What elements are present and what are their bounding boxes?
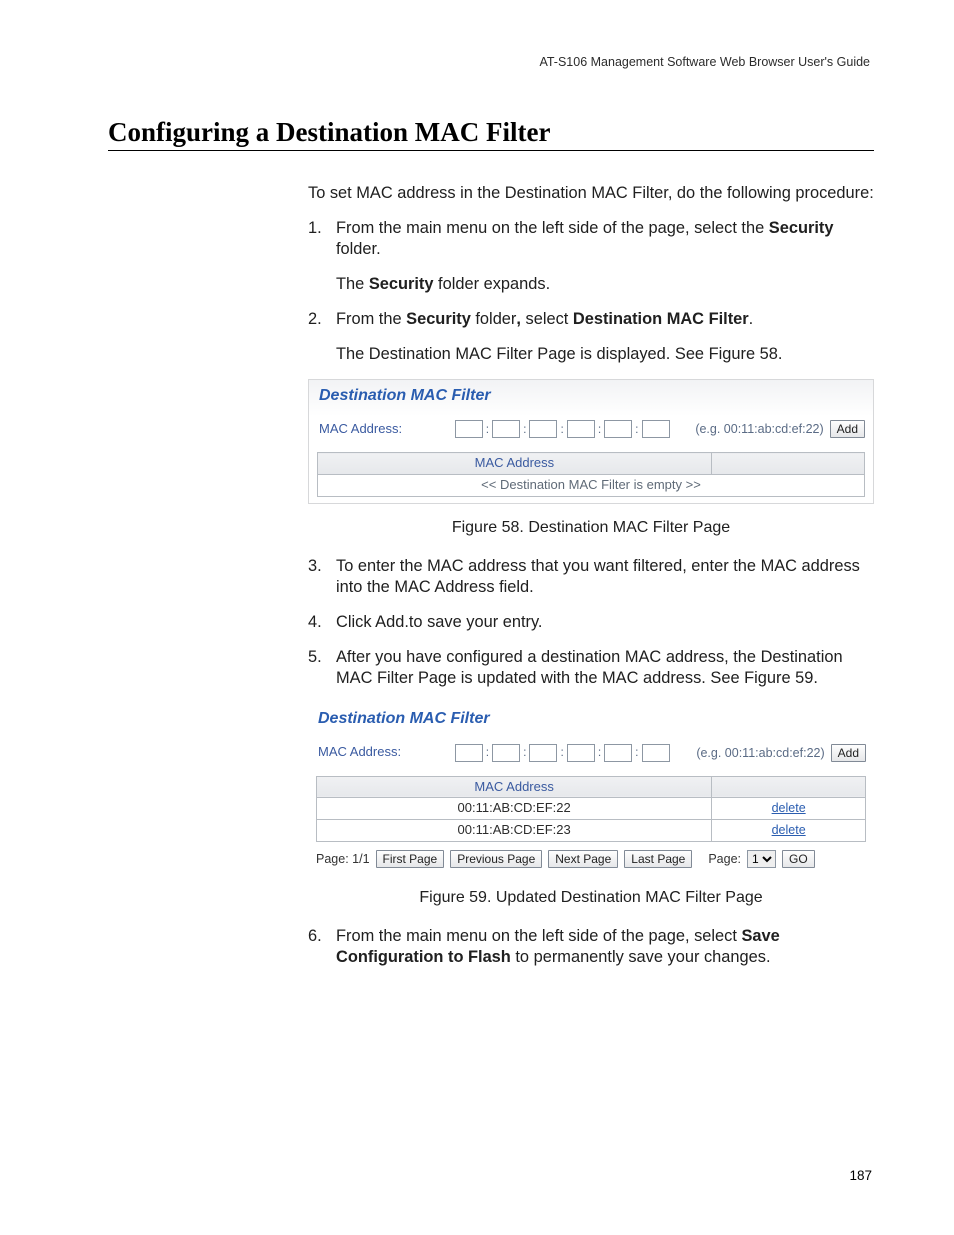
step-2: 2. From the Security folder, select Dest… xyxy=(308,309,874,365)
step-number: 1. xyxy=(308,218,322,239)
mac-octet-input[interactable] xyxy=(642,420,670,438)
next-page-button[interactable]: Next Page xyxy=(548,850,618,868)
step-number: 5. xyxy=(308,647,322,668)
step-4-text: Click Add.to save your entry. xyxy=(336,612,874,633)
mac-col-header: MAC Address xyxy=(318,453,712,475)
section-title: Configuring a Destination MAC Filter xyxy=(108,117,874,148)
page-number: 187 xyxy=(849,1168,872,1183)
go-button[interactable]: GO xyxy=(782,850,815,868)
mac-cell: 00:11:AB:CD:EF:23 xyxy=(317,819,712,841)
previous-page-button[interactable]: Previous Page xyxy=(450,850,542,868)
step-number: 2. xyxy=(308,309,322,330)
figure-58-caption: Figure 58. Destination MAC Filter Page xyxy=(308,518,874,538)
mac-input-row: MAC Address: : : : : : (e.g. 00:11:ab:cd… xyxy=(309,416,873,452)
mac-address-label: MAC Address: xyxy=(318,744,428,761)
steps-list-2: 3. To enter the MAC address that you wan… xyxy=(308,556,874,689)
step-6: 6. From the main menu on the left side o… xyxy=(308,926,874,968)
mac-octet-input[interactable] xyxy=(529,420,557,438)
add-button[interactable]: Add xyxy=(831,744,866,762)
figure-58-screenshot: Destination MAC Filter MAC Address: : : … xyxy=(308,379,874,504)
table-row: 00:11:AB:CD:EF:22 delete xyxy=(317,798,866,820)
step-3: 3. To enter the MAC address that you wan… xyxy=(308,556,874,598)
mac-filter-table: MAC Address << Destination MAC Filter is… xyxy=(317,452,865,496)
step-1-line1: From the main menu on the left side of t… xyxy=(336,218,874,260)
mac-octet-input[interactable] xyxy=(529,744,557,762)
figure-59-caption: Figure 59. Updated Destination MAC Filte… xyxy=(308,888,874,908)
step-number: 4. xyxy=(308,612,322,633)
page-select-label: Page: xyxy=(708,851,741,867)
mac-input-row: MAC Address: : : : : : (e.g. 00:11:ab:cd… xyxy=(308,740,874,776)
mac-octet-input[interactable] xyxy=(455,420,483,438)
step-number: 3. xyxy=(308,556,322,577)
panel-title: Destination MAC Filter xyxy=(309,380,873,416)
pager: Page: 1/1 First Page Previous Page Next … xyxy=(308,848,874,874)
mac-octet-input[interactable] xyxy=(492,420,520,438)
page-select[interactable]: 1 xyxy=(747,850,776,868)
step-2-line1: From the Security folder, select Destina… xyxy=(336,309,874,330)
step-2-line2: The Destination MAC Filter Page is displ… xyxy=(336,344,874,365)
mac-octet-input[interactable] xyxy=(604,744,632,762)
mac-octet-input[interactable] xyxy=(567,420,595,438)
body-column: To set MAC address in the Destination MA… xyxy=(308,183,874,968)
mac-octet-input[interactable] xyxy=(604,420,632,438)
mac-octet-input[interactable] xyxy=(567,744,595,762)
mac-octet-input[interactable] xyxy=(642,744,670,762)
running-header: AT-S106 Management Software Web Browser … xyxy=(108,55,874,69)
mac-col-header: MAC Address xyxy=(317,776,712,798)
page-count-label: Page: 1/1 xyxy=(316,851,370,867)
add-button[interactable]: Add xyxy=(830,420,865,438)
delete-link[interactable]: delete xyxy=(772,801,806,815)
empty-row: << Destination MAC Filter is empty >> xyxy=(318,475,865,497)
mac-filter-table: MAC Address 00:11:AB:CD:EF:22 delete 00:… xyxy=(316,776,866,842)
delete-link[interactable]: delete xyxy=(772,823,806,837)
mac-octet-inputs: : : : : : xyxy=(434,744,690,762)
section-rule xyxy=(108,150,874,151)
mac-octet-input[interactable] xyxy=(455,744,483,762)
action-col-header xyxy=(712,776,866,798)
intro-paragraph: To set MAC address in the Destination MA… xyxy=(308,183,874,204)
step-1: 1. From the main menu on the left side o… xyxy=(308,218,874,295)
mac-cell: 00:11:AB:CD:EF:22 xyxy=(317,798,712,820)
step-5: 5. After you have configured a destinati… xyxy=(308,647,874,689)
steps-list-3: 6. From the main menu on the left side o… xyxy=(308,926,874,968)
mac-example-hint: (e.g. 00:11:ab:cd:ef:22) xyxy=(696,745,824,761)
last-page-button[interactable]: Last Page xyxy=(624,850,692,868)
step-3-text: To enter the MAC address that you want f… xyxy=(336,556,874,598)
mac-address-label: MAC Address: xyxy=(319,421,429,438)
action-col-header xyxy=(711,453,864,475)
step-1-line2: The Security folder expands. xyxy=(336,274,874,295)
figure-59-screenshot: Destination MAC Filter MAC Address: : : … xyxy=(308,703,874,873)
mac-example-hint: (e.g. 00:11:ab:cd:ef:22) xyxy=(695,421,823,437)
mac-octet-inputs: : : : : : xyxy=(435,420,689,438)
step-4: 4. Click Add.to save your entry. xyxy=(308,612,874,633)
first-page-button[interactable]: First Page xyxy=(376,850,445,868)
step-6-text: From the main menu on the left side of t… xyxy=(336,926,874,968)
mac-octet-input[interactable] xyxy=(492,744,520,762)
step-5-text: After you have configured a destination … xyxy=(336,647,874,689)
panel-title: Destination MAC Filter xyxy=(308,703,874,739)
steps-list: 1. From the main menu on the left side o… xyxy=(308,218,874,365)
table-row: 00:11:AB:CD:EF:23 delete xyxy=(317,819,866,841)
step-number: 6. xyxy=(308,926,322,947)
